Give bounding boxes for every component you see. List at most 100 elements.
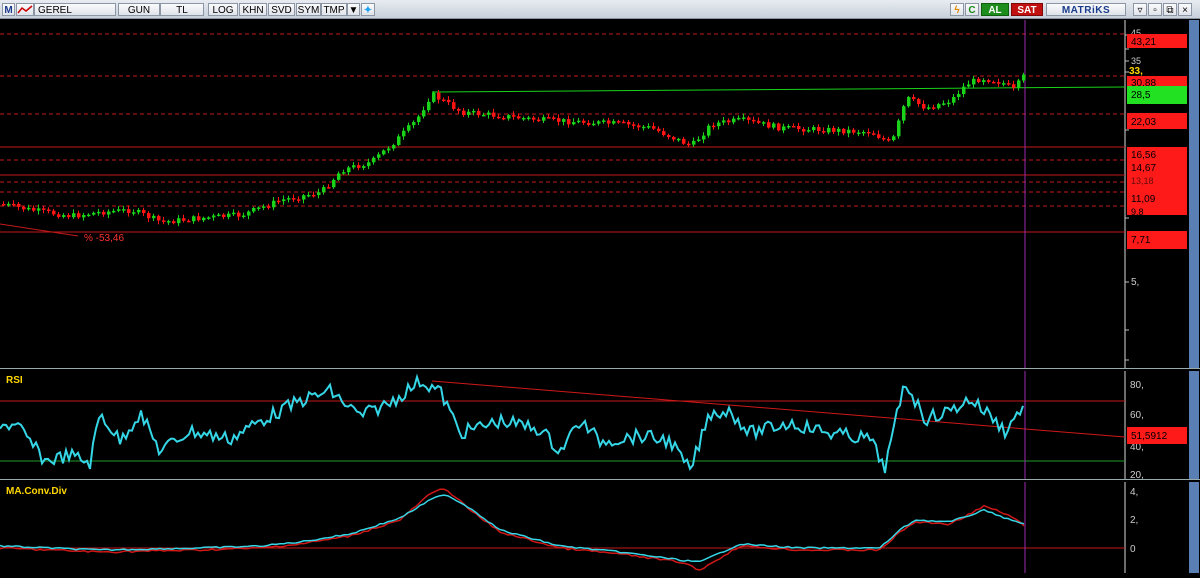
candle-body [162,220,166,222]
candle-body [982,80,986,83]
macd-chart[interactable]: MA.Conv.Div 4, 2, 0 [0,482,1200,573]
candle-body [42,208,46,210]
candle-body [382,150,386,155]
candle-body [917,99,921,105]
candle-body [907,97,911,107]
candle-body [392,145,396,149]
candle-body [832,127,836,132]
candle-body [272,200,276,208]
candle-body [307,194,311,197]
candle-body [662,131,666,136]
candle-body [142,209,146,214]
candle-body [407,125,411,131]
candle-body [697,139,701,142]
candle-body [877,134,881,138]
candle-body [432,92,436,102]
candle-body [502,117,506,120]
toolbar-button-sym[interactable]: SYM [296,3,321,16]
candle-body [687,143,691,146]
chart-type-icon[interactable] [16,3,34,16]
twitter-icon[interactable]: ✦ [361,3,375,16]
candle-body [62,215,66,217]
macd-pane: MA.Conv.Div 4, 2, 0 [0,482,1200,573]
candle-body [702,135,706,140]
rsi-chart[interactable]: RSI 80, 60, 40, 20, 51,5912 [0,371,1200,481]
candle-body [1007,83,1011,85]
toolbar-button-gerel[interactable]: GEREL [34,3,116,16]
candle-body [522,117,526,120]
sell-button[interactable]: SAT [1011,3,1043,16]
toolbar: M GEREL GUN TL LOG KHN SVD SYM TMP ▼ ✦ ϟ… [0,0,1200,19]
candle-body [717,122,721,127]
macd-scrollbar[interactable] [1189,482,1199,573]
toolbar-button-svd[interactable]: SVD [268,3,295,16]
window-menu-icon[interactable]: ▿ [1133,3,1147,16]
candle-body [1012,84,1016,88]
price-chart[interactable]: % -53,46 45, 35 5, 43,21 33, 30,88 28,5 … [0,20,1200,368]
candle-body [12,203,16,206]
candle-body [747,117,751,120]
toolbar-button-tl[interactable]: TL [160,3,204,16]
candle-body [347,167,351,173]
candle-body [632,124,636,126]
minimize-icon[interactable]: ▫ [1148,3,1162,16]
price-scrollbar[interactable] [1189,20,1199,368]
candle-body [22,206,26,210]
candle-body [102,211,106,215]
candle-body [542,117,546,121]
dropdown-arrow-icon[interactable]: ▼ [347,3,360,16]
candle-body [547,117,551,119]
toolbar-button-khn[interactable]: KHN [239,3,267,16]
lightning-icon[interactable]: ϟ [950,3,964,16]
rsi-scrollbar[interactable] [1189,371,1199,479]
candle-body [122,209,126,211]
candle-body [252,207,256,212]
candle-body [602,120,606,122]
candle-body [277,200,281,203]
candle-body [972,78,976,85]
candle-body [447,99,451,103]
restore-icon[interactable]: ⧉ [1163,3,1177,16]
rsi-pane: RSI 80, 60, 40, 20, 51,5912 [0,371,1200,481]
candle-body [822,131,826,133]
price-level-tag: 22,03 [1131,117,1156,128]
candle-body [32,207,36,211]
candle-body [487,112,491,115]
candle-body [732,118,736,123]
trendline-percent-label: % -53,46 [84,233,124,244]
candle-body [772,123,776,128]
candle-body [802,129,806,132]
candle-body [157,215,161,221]
candle-body [37,208,41,211]
candle-body [57,214,61,217]
candle-body [2,204,6,206]
refresh-icon[interactable]: C [965,3,979,16]
price-scale-label: 35 [1131,56,1141,66]
toolbar-button-tmp[interactable]: TMP [321,3,347,16]
toolbar-button-log[interactable]: LOG [208,3,238,16]
candle-body [777,123,781,131]
buy-button[interactable]: AL [981,3,1009,16]
resistance-trendline[interactable] [431,86,1126,93]
candle-body [207,217,211,219]
price-scale-label: 5, [1131,277,1139,288]
toolbar-button-gun[interactable]: GUN [118,3,160,16]
candle-body [237,212,241,217]
candle-body [332,179,336,188]
candle-body [942,103,946,105]
price-level-tag: 9,8 [1131,207,1144,217]
candle-body [842,128,846,134]
price-level-tag: 16,56 [1131,150,1156,161]
close-icon[interactable]: × [1178,3,1192,16]
price-down-trendline[interactable] [0,223,79,237]
rsi-scale-label: 60, [1130,410,1144,421]
candle-body [437,92,441,100]
candle-body [367,162,371,167]
candle-body [572,122,576,125]
candle-body [787,125,791,128]
candle-body [647,126,651,128]
candle-body [242,215,246,218]
candle-body [292,198,296,200]
matriks-logo-button[interactable]: M [2,3,15,16]
candle-body [707,125,711,136]
